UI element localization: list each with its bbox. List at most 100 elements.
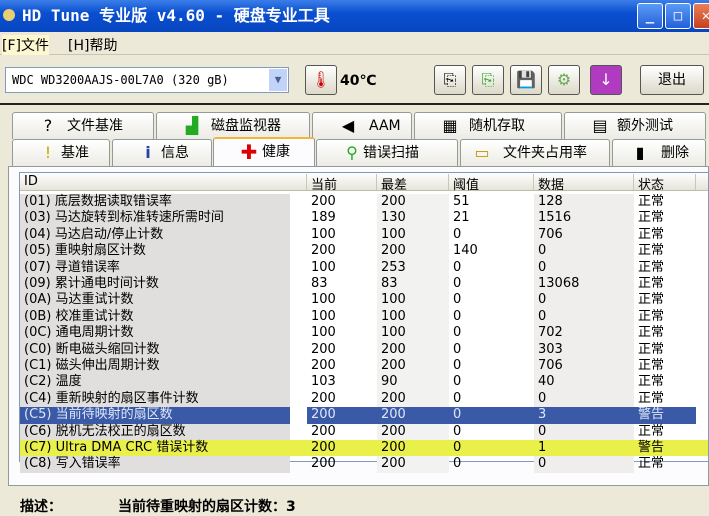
cell-raw-data: 0: [534, 259, 634, 276]
cell-threshold: 0: [449, 407, 534, 424]
folder-icon: ▭: [474, 143, 490, 162]
tab-extra-tests[interactable]: ▤ 额外测试: [564, 112, 706, 139]
cell-status: 正常: [638, 194, 665, 209]
cell-status: 警告: [634, 407, 696, 424]
cell-current: 200: [311, 358, 336, 373]
table-header: ID 当前 最差 阈值 数据 状态: [20, 173, 708, 193]
cell-current: 100: [311, 325, 336, 341]
cell-status: 正常: [638, 210, 665, 226]
extra-tests-icon: ▤: [592, 116, 608, 135]
tab-info[interactable]: i 信息: [112, 139, 212, 166]
tab-file-benchmark[interactable]: ? 文件基准: [12, 112, 154, 139]
table-row[interactable]: (C7) Ultra DMA CRC 错误计数 200 200 0 1 警告: [20, 440, 708, 457]
table-row[interactable]: (0A) 马达重试计数 100 100 0 0 正常: [20, 292, 708, 309]
cell-threshold: 0: [453, 259, 462, 275]
cell-attr-name: (C2) 温度: [20, 374, 290, 391]
col-current[interactable]: 当前: [307, 174, 377, 193]
table-row[interactable]: (C8) 写入错误率 200 200 0 0 正常: [20, 456, 708, 473]
tab-benchmark[interactable]: ! 基准: [12, 139, 110, 166]
thermometer-icon: 🌡: [305, 65, 337, 95]
copy-button[interactable]: ⎘: [434, 65, 466, 95]
tab-label: 随机存取: [469, 118, 525, 134]
cell-threshold: 0: [453, 358, 462, 373]
cell-worst: 200: [377, 341, 449, 358]
tab-error-scan[interactable]: ⚲ 错误扫描: [316, 139, 458, 166]
cell-worst: 100: [377, 325, 449, 342]
cell-worst: 100: [377, 292, 449, 309]
table-row[interactable]: (03) 马达旋转到标准转速所需时间 189 130 21 1516 正常: [20, 210, 708, 227]
exit-button[interactable]: 退出: [640, 65, 704, 95]
chevron-down-icon[interactable]: ▼: [269, 69, 287, 91]
cell-attr-name: (09) 累计通电时间计数: [20, 276, 290, 293]
cell-status: 正常: [638, 423, 665, 439]
table-row[interactable]: (C4) 重新映射的扇区事件计数 200 200 0 0 正常: [20, 390, 708, 408]
cell-threshold: 0: [453, 226, 462, 242]
info-icon: i: [145, 143, 151, 162]
download-button[interactable]: ↓: [590, 65, 622, 95]
cell-attr-name: (C5) 当前待映射的扇区数: [20, 407, 290, 424]
cell-raw-data: 0: [534, 308, 634, 326]
smart-table[interactable]: ID 当前 最差 阈值 数据 状态 (01) 底层数据读取错误率 200 200 51…: [19, 172, 709, 473]
tab-label: 健康: [262, 144, 290, 160]
tab-label: 文件夹占用率: [503, 145, 587, 161]
minimize-button[interactable]: _: [637, 3, 663, 29]
col-threshold[interactable]: 阈值: [449, 174, 534, 193]
cell-worst: 200: [377, 407, 449, 424]
tab-health[interactable]: ✚ 健康: [213, 137, 315, 166]
table-row[interactable]: (0C) 通电周期计数 100 100 0 702 正常: [20, 325, 708, 342]
maximize-button[interactable]: □: [665, 3, 691, 29]
table-row[interactable]: (C2) 温度 103 90 0 40 正常: [20, 374, 708, 391]
cell-current: 100: [311, 292, 336, 308]
cell-raw-data: 0: [534, 243, 634, 260]
drive-select[interactable]: WDC WD3200AAJS-00L7A0 (320 gB) ▼: [5, 67, 289, 93]
table-row[interactable]: (0B) 校准重试计数 100 100 0 0 正常: [20, 308, 708, 326]
table-row[interactable]: (01) 底层数据读取错误率 200 200 51 128 正常: [20, 194, 708, 211]
cell-attr-name: (07) 寻道错误率: [20, 259, 290, 276]
cell-current: 189: [311, 210, 336, 226]
description-label: 描述：: [20, 499, 62, 515]
table-row[interactable]: (C6) 脱机无法校正的扇区数 200 200 0 0 正常: [20, 423, 708, 440]
cell-raw-data: 40: [534, 374, 634, 391]
save-button[interactable]: 💾: [510, 65, 542, 95]
table-row[interactable]: (04) 马达启动/停止计数 100 100 0 706 正常: [20, 226, 708, 244]
tab-aam[interactable]: ◀ AAM: [312, 112, 412, 139]
table-row[interactable]: (07) 寻道错误率 100 253 0 0 正常: [20, 259, 708, 276]
cell-worst: 100: [377, 308, 449, 326]
tab-erase[interactable]: ▮ 删除: [612, 139, 706, 166]
table-row[interactable]: (C5) 当前待映射的扇区数 200 200 0 3 警告: [20, 407, 708, 424]
tab-random-access[interactable]: ▦ 随机存取: [414, 112, 562, 139]
cell-current: 100: [311, 259, 336, 275]
cell-threshold: 0: [453, 308, 462, 324]
exclamation-icon: !: [44, 143, 52, 162]
cell-current: 200: [311, 243, 336, 259]
tab-folder-usage[interactable]: ▭ 文件夹占用率: [460, 139, 610, 166]
cell-threshold: 0: [453, 341, 462, 357]
col-id[interactable]: ID: [20, 174, 307, 190]
menu-help[interactable]: [H]帮助: [68, 35, 117, 55]
cell-status: 警告: [638, 440, 665, 455]
cell-current: 200: [311, 423, 336, 439]
table-row[interactable]: (C0) 断电磁头缩回计数 200 200 0 303 正常: [20, 341, 708, 358]
cell-raw-data: 1: [538, 440, 547, 455]
copy-all-button[interactable]: ⎘: [472, 65, 504, 95]
table-row[interactable]: (C1) 磁头伸出周期计数 200 200 0 706 正常: [20, 358, 708, 375]
red-cross-icon: ✚: [240, 140, 258, 164]
cell-raw-data: 0: [534, 390, 634, 408]
speaker-icon: ◀: [341, 116, 355, 135]
tab-label: 文件基准: [67, 118, 123, 134]
cell-status: 正常: [638, 259, 665, 275]
cell-worst: 100: [377, 226, 449, 244]
cell-worst: 90: [377, 374, 449, 391]
close-button[interactable]: ✕: [693, 3, 709, 29]
table-row[interactable]: (05) 重映射扇区计数 200 200 140 0 正常: [20, 243, 708, 260]
col-data[interactable]: 数据: [534, 174, 634, 193]
col-status[interactable]: 状态: [634, 174, 696, 193]
tab-disk-monitor[interactable]: ▟ 磁盘监视器: [156, 112, 310, 139]
cell-worst: 200: [377, 243, 449, 260]
tab-label: 额外测试: [617, 118, 673, 134]
cell-status: 正常: [638, 243, 665, 259]
col-worst[interactable]: 最差: [377, 174, 449, 193]
menu-file[interactable]: [F]文件: [2, 35, 49, 55]
options-button[interactable]: ⚙: [548, 65, 580, 95]
table-row[interactable]: (09) 累计通电时间计数 83 83 0 13068 正常: [20, 276, 708, 293]
